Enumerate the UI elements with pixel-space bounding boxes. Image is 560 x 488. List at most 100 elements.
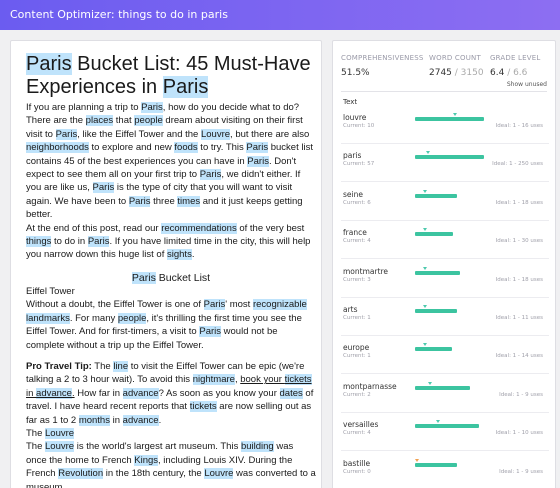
- usage-bar: [415, 189, 539, 198]
- text-run: The: [26, 441, 46, 453]
- usage-bar: [415, 113, 539, 121]
- keyword-highlight: neighborhoods: [26, 142, 89, 154]
- term-current-count: Current: 6: [343, 199, 371, 206]
- keyword-highlight: advance: [122, 387, 159, 399]
- usage-bar: [415, 228, 539, 237]
- term-row-montparnasse[interactable]: montparnasse Current: 2 Ideal: 1 - 9 uses: [341, 377, 549, 413]
- term-row-louvre[interactable]: louvre Current: 10 Ideal: 1 - 16 uses: [341, 108, 549, 144]
- keyword-highlight: foods: [174, 142, 198, 154]
- term-ideal-range: Ideal: 1 - 9 uses: [499, 391, 543, 398]
- text-run: The: [26, 427, 46, 439]
- keyword-highlight: dates: [279, 387, 303, 399]
- keyword-highlight: Paris: [199, 169, 222, 181]
- term-ideal-range: Ideal: 1 - 250 uses: [492, 161, 543, 168]
- keyword-highlight: nightmare: [192, 374, 235, 386]
- current-marker-icon: [425, 151, 430, 155]
- usage-bar: [415, 305, 539, 313]
- paragraph-intro[interactable]: If you are planning a trip to Paris, how…: [26, 101, 316, 222]
- term-row-montmartre[interactable]: montmartre Current: 3 Ideal: 1 - 18 uses: [341, 262, 549, 298]
- usage-bar-fill: [415, 232, 454, 237]
- paragraph-eiffel[interactable]: Without a doubt, the Eiffel Tower is one…: [26, 298, 316, 352]
- usage-bar-fill: [415, 385, 470, 390]
- text-run: , like the Eiffel Tower and the: [77, 128, 201, 140]
- louvre-heading[interactable]: The Louvre: [26, 427, 316, 440]
- term-ideal-range: Ideal: 1 - 30 uses: [495, 238, 543, 245]
- keyword-highlight: recognizable: [252, 299, 307, 311]
- keyword-highlight: building: [240, 441, 274, 453]
- term-current-count: Current: 1: [343, 353, 371, 360]
- term-ideal-range: Ideal: 1 - 16 uses: [495, 123, 543, 129]
- term-current-count: Current: 1: [343, 315, 371, 321]
- usage-bar-fill: [415, 462, 458, 467]
- keyword-highlight: advance: [36, 387, 72, 399]
- term-name: europe: [343, 343, 370, 353]
- word-count-value: 2745 / 3150: [429, 68, 484, 78]
- text-run: The: [91, 360, 114, 372]
- term-row-europe[interactable]: europe Current: 1 Ideal: 1 - 14 uses: [341, 338, 549, 375]
- term-row-paris[interactable]: paris Current: 57 Ideal: 1 - 250 uses: [341, 146, 549, 183]
- text-run: . For many: [69, 312, 118, 324]
- keyword-highlight: Paris: [162, 76, 209, 98]
- article-title[interactable]: Paris Bucket List: 45 Must-Have Experien…: [26, 53, 316, 99]
- term-name: paris: [343, 151, 362, 161]
- paragraph-tip[interactable]: Pro Travel Tip: The line to visit the Ei…: [26, 360, 316, 427]
- term-row-versailles[interactable]: versailles Current: 4 Ideal: 1 - 10 uses: [341, 415, 549, 452]
- term-current-count: Current: 0: [343, 468, 371, 475]
- term-row-bastille[interactable]: bastille Current: 0 Ideal: 1 - 9 uses: [341, 454, 549, 488]
- current-marker-icon: [423, 189, 428, 193]
- keyword-highlight: people: [117, 312, 147, 324]
- text-run: Without a doubt, the Eiffel Tower is one…: [26, 299, 204, 311]
- section-heading[interactable]: Paris Bucket List: [26, 271, 316, 285]
- optimizer-panel: COMPREHENSIVENESS 51.5% WORD COUNT 2745 …: [332, 40, 556, 488]
- document-body[interactable]: Paris Bucket List: 45 Must-Have Experien…: [26, 53, 316, 488]
- term-ideal-range: Ideal: 1 - 14 uses: [495, 353, 543, 360]
- term-name: montparnasse: [343, 381, 397, 391]
- current-marker-icon: [428, 381, 433, 385]
- term-ideal-range: Ideal: 1 - 11 uses: [495, 315, 543, 321]
- current-marker-icon: [452, 113, 457, 116]
- usage-bar-fill: [415, 193, 458, 198]
- current-marker-icon: [435, 420, 440, 424]
- comprehensiveness-value: 51.5%: [341, 68, 370, 78]
- text-run: .: [191, 249, 195, 261]
- current-marker-icon: [423, 266, 428, 270]
- usage-bar-fill: [415, 117, 485, 121]
- text-run: How far in: [74, 387, 123, 399]
- term-current-count: Current: 4: [343, 430, 371, 437]
- usage-bar: [415, 381, 539, 390]
- keyword-highlight: Paris: [203, 299, 226, 311]
- text-run: book your: [240, 374, 285, 386]
- keyword-highlight: tickets: [189, 401, 217, 413]
- term-row-france[interactable]: france Current: 4 Ideal: 1 - 30 uses: [341, 223, 549, 260]
- keyword-highlight: things: [26, 236, 52, 248]
- term-ideal-range: Ideal: 1 - 10 uses: [495, 430, 543, 437]
- usage-bar-fill: [415, 424, 480, 429]
- text-run: in: [109, 414, 123, 426]
- term-ideal-range: Ideal: 1 - 18 uses: [495, 276, 543, 283]
- show-unused-toggle[interactable]: Show unused: [507, 81, 547, 88]
- keyword-highlight: Paris: [131, 271, 156, 284]
- term-row-seine[interactable]: seine Current: 6 Ideal: 1 - 18 uses: [341, 185, 549, 221]
- keyword-highlight: Paris: [247, 155, 269, 167]
- term-name: versailles: [343, 420, 379, 430]
- text-run: ? As soon as you know your: [158, 387, 280, 399]
- keyword-highlight: Kings: [134, 454, 159, 466]
- text-run: , but there are also: [230, 128, 310, 140]
- usage-bar: [415, 151, 539, 160]
- keyword-highlight: Paris: [55, 128, 78, 140]
- paragraph-recommendations[interactable]: At the end of this post, read our recomm…: [26, 222, 316, 262]
- term-current-count: Current: 10: [343, 123, 375, 129]
- paragraph-louvre[interactable]: The Louvre is the world's largest art mu…: [26, 440, 316, 488]
- keyword-highlight: Louvre: [45, 441, 75, 453]
- keyword-highlight: recommendations: [161, 222, 237, 234]
- current-marker-icon: [423, 343, 428, 347]
- term-current-count: Current: 57: [343, 161, 375, 168]
- divider: [341, 91, 547, 92]
- term-row-arts[interactable]: arts Current: 1 Ideal: 1 - 11 uses: [341, 300, 549, 336]
- keyword-highlight: Louvre: [204, 468, 234, 480]
- text-run: of the very best: [236, 222, 305, 234]
- content-editor[interactable]: Paris Bucket List: 45 Must-Have Experien…: [10, 40, 322, 488]
- term-current-count: Current: 2: [343, 391, 371, 398]
- eiffel-heading[interactable]: Eiffel Tower: [26, 285, 316, 298]
